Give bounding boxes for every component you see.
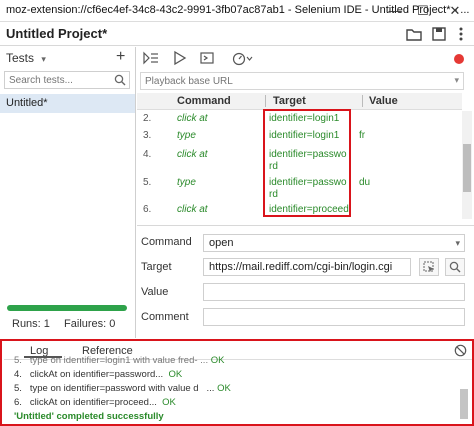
playback-url-field[interactable]: ▾ xyxy=(140,72,464,90)
add-test-button[interactable]: + xyxy=(116,48,125,66)
row-command: type xyxy=(177,177,196,188)
tests-header: Tests ▾ + xyxy=(0,47,136,69)
log-line-status: OK xyxy=(217,383,231,394)
chevron-down-icon: ▾ xyxy=(455,238,460,248)
project-name[interactable]: Untitled Project* xyxy=(6,26,107,41)
step-over-icon[interactable] xyxy=(199,50,215,66)
row-command: click at xyxy=(177,204,208,215)
log-line: 5. type on identifier=login1 with value … xyxy=(14,355,225,366)
chevron-down-icon: ▾ xyxy=(41,54,46,64)
clear-log-icon[interactable] xyxy=(454,344,467,357)
playback-toolbar xyxy=(137,47,474,69)
more-options-icon[interactable] xyxy=(452,25,470,43)
log-line-status: OK xyxy=(168,369,183,380)
save-icon[interactable] xyxy=(430,25,448,43)
target-input[interactable]: https://mail.rediff.com/cgi-bin/login.cg… xyxy=(203,258,411,276)
log-panel: Log Reference 5. type on identifier=logi… xyxy=(0,339,474,426)
log-line-number: 4. xyxy=(14,369,22,380)
command-select[interactable]: open ▾ xyxy=(203,234,465,252)
target-label: Target xyxy=(141,261,172,273)
value-column-header: Value xyxy=(369,95,398,107)
log-line: 6. clickAt on identifier=proceed... OK xyxy=(14,397,176,408)
column-divider[interactable] xyxy=(362,95,363,107)
target-value: https://mail.rediff.com/cgi-bin/login.cg… xyxy=(209,261,393,273)
search-icon xyxy=(449,261,461,273)
window-title-bar: moz-extension://cf6ec4ef-34c8-43c2-9991-… xyxy=(0,0,474,22)
run-current-test-icon[interactable] xyxy=(173,50,187,66)
select-target-button[interactable] xyxy=(419,258,439,276)
run-stats: Runs: 1 Failures: 0 xyxy=(12,318,115,330)
minimize-button[interactable]: — xyxy=(384,0,406,22)
failures-count: Failures: 0 xyxy=(64,318,116,330)
row-command: click at xyxy=(177,149,208,160)
project-header: Untitled Project* xyxy=(0,22,474,46)
log-scrollbar-thumb[interactable] xyxy=(460,389,468,419)
find-target-button[interactable] xyxy=(445,258,465,276)
playback-url-input[interactable] xyxy=(141,73,441,89)
command-column-header: Command xyxy=(177,95,231,107)
table-scrollbar-thumb[interactable] xyxy=(463,144,471,192)
tests-label: Tests xyxy=(6,51,35,65)
run-progress-bar xyxy=(7,305,127,311)
record-icon[interactable] xyxy=(454,54,464,64)
value-input[interactable] xyxy=(203,283,465,301)
log-line-text: clickAt on identifier=password... xyxy=(29,369,164,380)
command-label: Command xyxy=(141,236,192,248)
row-number: 2. xyxy=(143,113,152,124)
row-value: du xyxy=(359,177,371,188)
search-input[interactable] xyxy=(5,72,105,88)
row-number: 4. xyxy=(143,149,152,160)
row-number: 5. xyxy=(143,177,152,188)
log-line-status: OK xyxy=(162,397,176,408)
select-target-icon xyxy=(423,261,434,272)
log-line-number: 5. xyxy=(14,383,22,394)
command-value: open xyxy=(209,237,234,249)
log-line-text: type on identifier=password with value d xyxy=(29,383,199,394)
chevron-down-icon[interactable]: ▾ xyxy=(454,75,459,86)
open-folder-icon[interactable] xyxy=(405,25,423,43)
column-divider[interactable] xyxy=(265,95,266,107)
close-button[interactable]: ✕ xyxy=(444,0,466,22)
log-line-number: 5. xyxy=(14,355,22,366)
log-line-number: 6. xyxy=(14,397,22,408)
search-tests-field[interactable] xyxy=(4,71,130,89)
comment-input[interactable] xyxy=(203,308,465,326)
row-number: 3. xyxy=(143,130,152,141)
run-all-tests-icon[interactable] xyxy=(143,50,159,66)
maximize-button[interactable]: ☐ xyxy=(412,0,434,22)
row-command: type xyxy=(177,130,196,141)
tests-panel: Tests ▾ + Untitled* Runs: 1 Failures: 0 xyxy=(0,47,136,338)
value-label: Value xyxy=(141,286,169,298)
log-success-message: 'Untitled' completed successfully xyxy=(14,411,164,422)
log-line: 4. clickAt on identifier=password... OK xyxy=(14,369,182,380)
runs-count: Runs: 1 xyxy=(12,318,50,330)
log-line-text: type on identifier=login1 with value fre… xyxy=(29,355,198,366)
comment-label: Comment xyxy=(141,311,189,323)
command-editor: Command open ▾ Target https://mail.redif… xyxy=(137,225,474,337)
row-number: 6. xyxy=(143,204,152,215)
test-item-label: Untitled* xyxy=(6,97,48,109)
tests-dropdown[interactable]: Tests ▾ xyxy=(6,51,46,65)
log-line: 5. type on identifier=password with valu… xyxy=(14,383,231,394)
test-item-untitled[interactable]: Untitled* xyxy=(0,94,135,113)
command-table-header: Command Target Value xyxy=(137,93,462,110)
target-column-highlight xyxy=(263,109,351,217)
row-command: click at xyxy=(177,113,208,124)
target-column-header: Target xyxy=(273,95,306,107)
search-icon xyxy=(114,74,126,86)
log-line-text: clickAt on identifier=proceed... xyxy=(29,397,157,408)
speed-icon[interactable] xyxy=(231,50,253,66)
row-value: fr xyxy=(359,130,366,141)
log-line-status: OK xyxy=(210,355,225,366)
